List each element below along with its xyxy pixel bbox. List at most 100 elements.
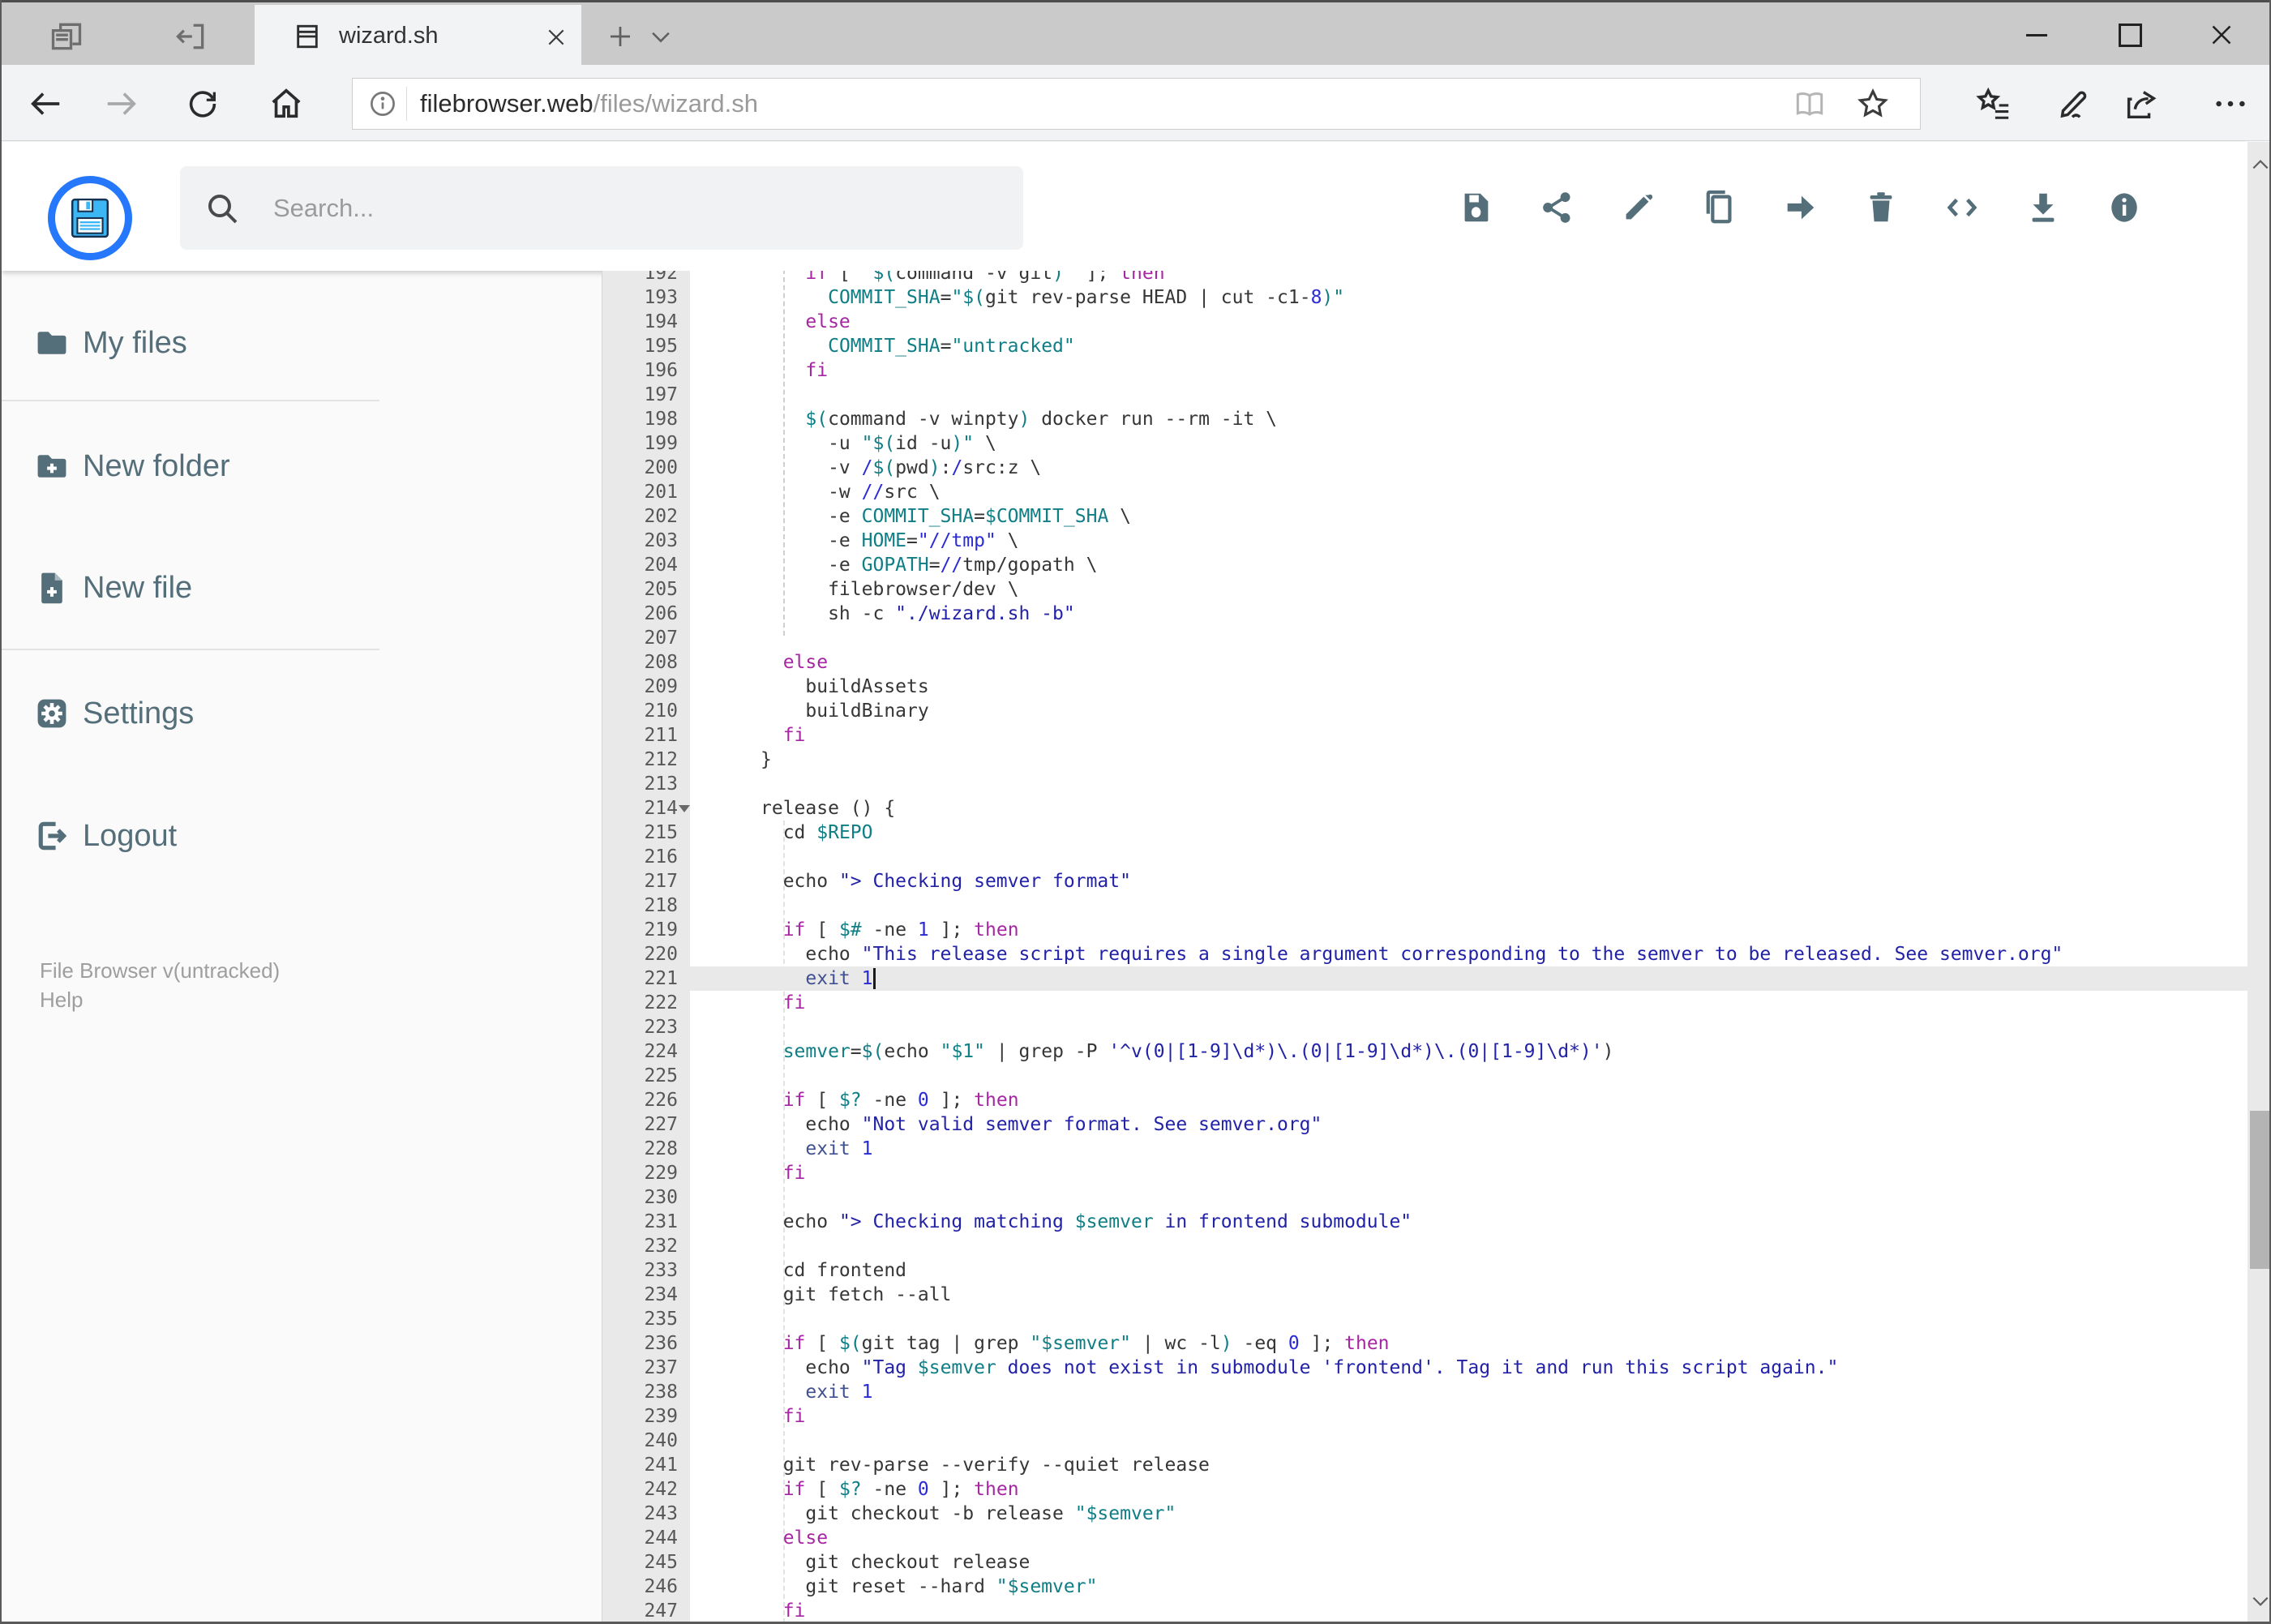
- code-line[interactable]: 232: [602, 1234, 2247, 1258]
- scrollbar-thumb[interactable]: [2250, 1111, 2269, 1269]
- reading-view-icon[interactable]: [1789, 84, 1830, 124]
- info-button[interactable]: [2098, 182, 2150, 234]
- refresh-icon[interactable]: [178, 79, 227, 128]
- code-line[interactable]: 192 if [ "$(command -v git)" ]; then: [602, 271, 2247, 285]
- new-tab-icon[interactable]: [598, 14, 643, 59]
- maximize-icon[interactable]: [2093, 9, 2166, 61]
- page-info-icon[interactable]: [367, 88, 398, 119]
- code-line[interactable]: 235: [602, 1307, 2247, 1331]
- code-line[interactable]: 242 if [ $? -ne 0 ]; then: [602, 1477, 2247, 1502]
- download-button[interactable]: [2017, 182, 2069, 234]
- forward-icon[interactable]: [97, 79, 146, 128]
- code-line[interactable]: 197: [602, 383, 2247, 407]
- hub-icon[interactable]: [1969, 79, 2017, 128]
- code-line[interactable]: 229 fi: [602, 1161, 2247, 1185]
- code-line[interactable]: 194 else: [602, 310, 2247, 334]
- code-line[interactable]: 234 git fetch --all: [602, 1283, 2247, 1307]
- scroll-down-icon[interactable]: [2247, 1585, 2269, 1618]
- code-line[interactable]: 224 semver=$(echo "$1" | grep -P '^v(0|[…: [602, 1039, 2247, 1064]
- favorite-star-icon[interactable]: [1853, 84, 1893, 124]
- code-line[interactable]: 200 -v /$(pwd):/src:z \: [602, 456, 2247, 480]
- code-line[interactable]: 213: [602, 772, 2247, 796]
- code-line[interactable]: 236 if [ $(git tag | grep "$semver" | wc…: [602, 1331, 2247, 1356]
- code-line[interactable]: 247 fi: [602, 1599, 2247, 1622]
- close-window-icon[interactable]: [2185, 9, 2258, 61]
- code-line[interactable]: 220 echo "This release script requires a…: [602, 942, 2247, 966]
- more-icon[interactable]: [2206, 79, 2255, 128]
- sidebar-item-settings[interactable]: Settings: [2, 673, 569, 754]
- code-line[interactable]: 195 COMMIT_SHA="untracked": [602, 334, 2247, 358]
- share-icon[interactable]: [2116, 79, 2165, 128]
- save-button[interactable]: [1450, 182, 1502, 234]
- help-link[interactable]: Help: [40, 988, 83, 1013]
- move-button[interactable]: [1774, 182, 1826, 234]
- code-line[interactable]: 217 echo "> Checking semver format": [602, 869, 2247, 893]
- code-line[interactable]: 215 cd $REPO: [602, 821, 2247, 845]
- code-line[interactable]: 239 fi: [602, 1404, 2247, 1429]
- code-line[interactable]: 204 -e GOPATH=//tmp/gopath \: [602, 553, 2247, 577]
- code-line[interactable]: 208 else: [602, 650, 2247, 675]
- home-icon[interactable]: [262, 79, 311, 128]
- code-line[interactable]: 214 release () {: [602, 796, 2247, 821]
- code-line[interactable]: 207: [602, 626, 2247, 650]
- code-line[interactable]: 226 if [ $? -ne 0 ]; then: [602, 1088, 2247, 1112]
- minimize-icon[interactable]: [2000, 9, 2073, 61]
- code-line[interactable]: 196 fi: [602, 358, 2247, 383]
- filebrowser-logo[interactable]: [48, 176, 132, 260]
- sidebar-item-new-folder[interactable]: New folder: [2, 426, 569, 507]
- code-line[interactable]: 246 git reset --hard "$semver": [602, 1575, 2247, 1599]
- close-tab-icon[interactable]: [540, 21, 572, 54]
- code-line[interactable]: 212}: [602, 748, 2247, 772]
- scrollbar[interactable]: [2247, 142, 2269, 1622]
- code-line[interactable]: 223: [602, 1015, 2247, 1039]
- code-line[interactable]: 211 fi: [602, 723, 2247, 748]
- code-line[interactable]: 227 echo "Not valid semver format. See s…: [602, 1112, 2247, 1137]
- code-editor[interactable]: 192 if [ "$(command -v git)" ]; then 193 …: [602, 271, 2247, 1622]
- code-line[interactable]: 238 exit 1: [602, 1380, 2247, 1404]
- tab-preview-icon[interactable]: [44, 14, 89, 59]
- code-line[interactable]: 205 filebrowser/dev \: [602, 577, 2247, 602]
- tab-dropdown-icon[interactable]: [638, 14, 683, 59]
- code-line[interactable]: 206 sh -c "./wizard.sh -b": [602, 602, 2247, 626]
- search-input[interactable]: [180, 166, 1023, 250]
- code-line[interactable]: 199 -u "$(id -u)" \: [602, 431, 2247, 456]
- code-line[interactable]: 240: [602, 1429, 2247, 1453]
- code-line[interactable]: 218: [602, 893, 2247, 918]
- code-line[interactable]: 241 git rev-parse --verify --quiet relea…: [602, 1453, 2247, 1477]
- set-tabs-aside-icon[interactable]: [168, 14, 213, 59]
- code-line[interactable]: 225: [602, 1064, 2247, 1088]
- annotate-pen-icon[interactable]: [2048, 79, 2097, 128]
- code-line[interactable]: 216: [602, 845, 2247, 869]
- code-line[interactable]: 244 else: [602, 1526, 2247, 1550]
- code-button[interactable]: [1936, 182, 1988, 234]
- copy-button[interactable]: [1693, 182, 1745, 234]
- code-line[interactable]: 203 -e HOME="//tmp" \: [602, 529, 2247, 553]
- code-line[interactable]: 243 git checkout -b release "$semver": [602, 1502, 2247, 1526]
- code-line[interactable]: 198 $(command -v winpty) docker run --rm…: [602, 407, 2247, 431]
- code-line[interactable]: 209 buildAssets: [602, 675, 2247, 699]
- code-line[interactable]: 221 exit 1: [602, 966, 2247, 991]
- code-line[interactable]: 245 git checkout release: [602, 1550, 2247, 1575]
- tab-wizard-sh[interactable]: wizard.sh: [255, 5, 581, 67]
- back-icon[interactable]: [21, 79, 70, 128]
- code-line[interactable]: 202 -e COMMIT_SHA=$COMMIT_SHA \: [602, 504, 2247, 529]
- sidebar-item-new-file[interactable]: New file: [2, 547, 569, 628]
- address-bar[interactable]: filebrowser.web/files/wizard.sh: [352, 78, 1921, 130]
- fold-arrow-icon[interactable]: [679, 805, 690, 812]
- code-line[interactable]: 233 cd frontend: [602, 1258, 2247, 1283]
- sidebar-item-logout[interactable]: Logout: [2, 795, 569, 876]
- code-line[interactable]: 237 echo "Tag $semver does not exist in …: [602, 1356, 2247, 1380]
- code-line[interactable]: 222 fi: [602, 991, 2247, 1015]
- sidebar-item-my-files[interactable]: My files: [2, 302, 569, 384]
- share-button[interactable]: [1531, 182, 1583, 234]
- code-line[interactable]: 231 echo "> Checking matching $semver in…: [602, 1210, 2247, 1234]
- edit-button[interactable]: [1612, 182, 1664, 234]
- scroll-up-icon[interactable]: [2247, 148, 2269, 181]
- code-line[interactable]: 219 if [ $# -ne 1 ]; then: [602, 918, 2247, 942]
- code-line[interactable]: 228 exit 1: [602, 1137, 2247, 1161]
- code-line[interactable]: 230: [602, 1185, 2247, 1210]
- code-line[interactable]: 193 COMMIT_SHA="$(git rev-parse HEAD | c…: [602, 285, 2247, 310]
- url-text[interactable]: filebrowser.web/files/wizard.sh: [420, 89, 758, 118]
- delete-button[interactable]: [1855, 182, 1907, 234]
- code-line[interactable]: 210 buildBinary: [602, 699, 2247, 723]
